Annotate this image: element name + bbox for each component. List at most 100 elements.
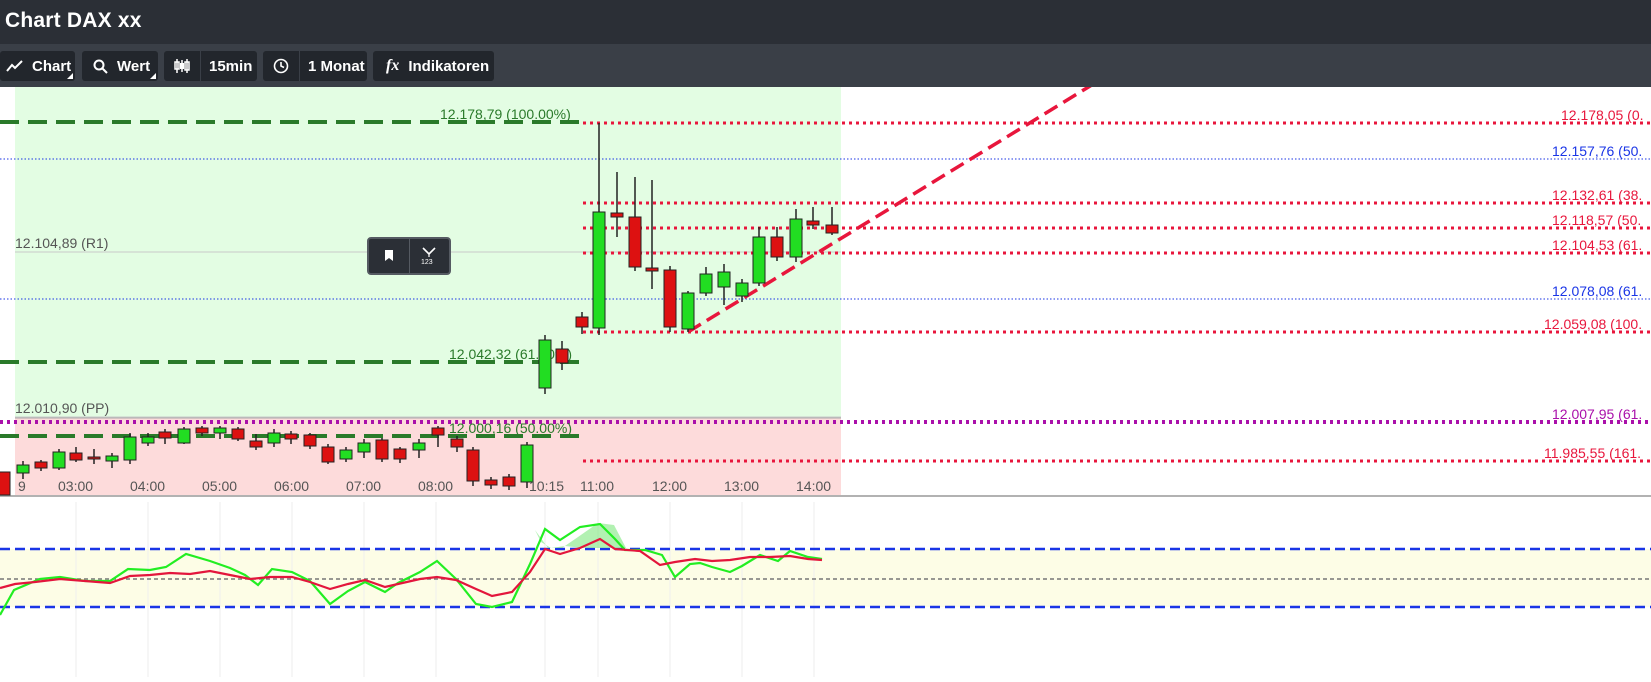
- level-label: 12.178,05 (0.: [1561, 107, 1644, 123]
- bullish-candle: [735, 282, 749, 297]
- bearish-candle: [502, 476, 516, 487]
- bearish-candle: [610, 212, 624, 218]
- bearish-candle: [303, 434, 317, 447]
- bearish-candle: [575, 316, 589, 328]
- svg-text:123: 123: [421, 259, 433, 265]
- bearish-candle: [770, 236, 784, 258]
- chart-type-label: Chart: [32, 57, 72, 75]
- bullish-candle: [52, 451, 66, 469]
- window-titlebar: Chart DAX xx: [0, 0, 1651, 44]
- bullish-candle: [412, 442, 426, 451]
- bullish-candle: [177, 428, 191, 444]
- bullish-candle: [699, 273, 713, 294]
- value-search-label: Wert: [117, 57, 151, 75]
- bearish-candle: [231, 428, 245, 440]
- level-label: 12.000,16 (50.00%): [449, 420, 572, 436]
- interval-label: 15min: [209, 57, 253, 75]
- bullish-candle: [717, 271, 731, 288]
- candlestick-icon: [164, 58, 200, 74]
- x-tick-label: 11:00: [580, 478, 614, 494]
- bullish-candle: [267, 432, 281, 444]
- bearish-candle: [628, 216, 642, 268]
- level-label: 11.985,55 (161.: [1544, 445, 1641, 461]
- bullish-candle: [123, 436, 137, 461]
- x-tick-label: 10:15: [529, 478, 564, 494]
- bullish-candle: [357, 442, 371, 453]
- bearish-candle: [34, 461, 48, 469]
- bearish-candle: [431, 427, 445, 436]
- level-label: 12.157,76 (50.: [1552, 143, 1642, 159]
- drawing-toolbar-popup: 123: [367, 237, 451, 275]
- bearish-candle: [825, 224, 839, 234]
- bearish-candle: [555, 348, 569, 364]
- x-tick-label: 9: [18, 478, 26, 494]
- level-label: 12.178,79 (100.00%): [440, 106, 571, 122]
- bearish-candle: [484, 479, 498, 486]
- x-tick-label: 08:00: [418, 478, 453, 494]
- interval-button[interactable]: 15min: [164, 51, 257, 81]
- dropdown-corner-icon: [67, 73, 73, 79]
- level-label: 12.104,53 (61.: [1552, 237, 1642, 253]
- chart-type-button[interactable]: Chart: [0, 51, 75, 81]
- x-tick-label: 07:00: [346, 478, 381, 494]
- x-tick-label: 05:00: [202, 478, 237, 494]
- bearish-candle: [284, 433, 298, 440]
- range-label: 1 Monat: [308, 57, 365, 75]
- range-button[interactable]: 1 Monat: [263, 51, 367, 81]
- indicators-button[interactable]: fx Indikatoren: [373, 51, 494, 81]
- window-title: Chart DAX xx: [5, 9, 142, 32]
- line-chart-icon: [6, 60, 23, 72]
- bearish-candle: [69, 452, 83, 461]
- x-tick-label: 14:00: [796, 478, 831, 494]
- bearish-candle: [806, 220, 820, 226]
- bullish-candle: [16, 464, 30, 474]
- bearish-candle: [450, 438, 464, 448]
- bearish-candle: [393, 448, 407, 460]
- chart-canvas[interactable]: 12.178,79 (100.00%) 12.104,89 (R1) 12.04…: [0, 81, 1651, 677]
- dropdown-corner-icon: [150, 73, 156, 79]
- bearish-candle: [663, 269, 677, 328]
- bearish-candle: [321, 446, 335, 463]
- level-label: 12.104,89 (R1): [15, 235, 108, 251]
- indicator-pane: [0, 502, 1651, 677]
- level-label: 12.132,61 (38.: [1552, 187, 1642, 203]
- bearish-candle: [466, 449, 480, 482]
- bullish-candle: [141, 436, 155, 444]
- level-label: 12.059,08 (100.: [1544, 316, 1642, 332]
- bullish-candle: [592, 211, 606, 329]
- value-search-button[interactable]: Wert: [82, 51, 158, 81]
- bearish-candle: [195, 427, 209, 434]
- bullish-candle: [339, 449, 353, 460]
- bearish-candle: [375, 439, 389, 460]
- level-label: 12.010,90 (PP): [15, 400, 109, 416]
- bearish-candle: [645, 267, 659, 272]
- level-label: 12.078,08 (61.: [1552, 283, 1642, 299]
- bearish-candle: [249, 440, 263, 448]
- level-label: 12.118,57 (50.: [1552, 212, 1641, 228]
- bearish-candle: [158, 431, 172, 439]
- chart-svg[interactable]: 12.178,79 (100.00%) 12.104,89 (R1) 12.04…: [0, 81, 1651, 677]
- bookmark-icon[interactable]: [369, 239, 409, 273]
- level-label: 12.042,32 (61.80%): [449, 346, 572, 362]
- bullish-candle: [789, 218, 803, 258]
- bullish-candle: [538, 339, 552, 389]
- bullish-candle: [681, 292, 695, 330]
- x-tick-label: 12:00: [652, 478, 687, 494]
- bearish-candle: [87, 456, 101, 460]
- x-tick-label: 04:00: [130, 478, 165, 494]
- search-icon: [93, 59, 108, 74]
- measure-icon[interactable]: 123: [408, 239, 450, 273]
- bullish-candle: [752, 236, 766, 284]
- indicators-label: Indikatoren: [408, 57, 490, 75]
- bullish-candle: [213, 427, 227, 434]
- function-icon: fx: [386, 57, 400, 74]
- chart-toolbar: Chart Wert 15min 1 Monat fx Indikatoren: [0, 44, 1651, 87]
- x-tick-label: 03:00: [58, 478, 93, 494]
- level-label: 12.007,95 (61.: [1552, 406, 1642, 422]
- bullish-candle: [520, 444, 534, 483]
- bullish-candle: [105, 455, 119, 462]
- x-tick-label: 06:00: [274, 478, 309, 494]
- x-tick-label: 13:00: [724, 478, 759, 494]
- bearish-candle: [0, 471, 11, 496]
- clock-icon: [263, 58, 299, 74]
